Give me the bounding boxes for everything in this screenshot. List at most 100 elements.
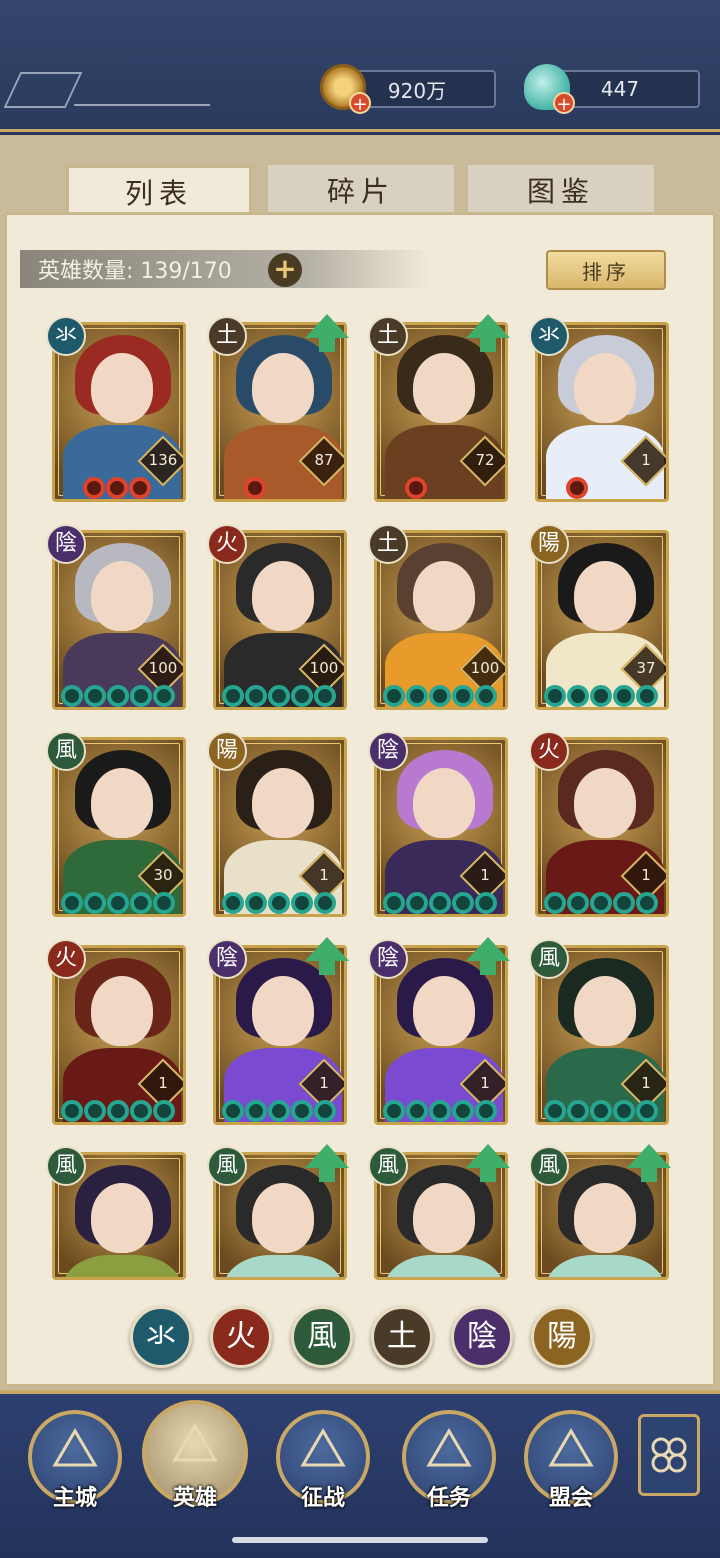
star-icon xyxy=(429,892,451,914)
star-row xyxy=(566,477,588,499)
star-icon xyxy=(130,892,152,914)
star-icon xyxy=(314,685,336,707)
hero-portrait-face xyxy=(252,976,314,1046)
add-jade-button[interactable]: + xyxy=(553,92,575,115)
star-row xyxy=(61,1100,175,1122)
star-icon xyxy=(566,477,588,499)
star-icon xyxy=(406,1100,428,1122)
star-icon xyxy=(129,477,151,499)
hero-level: 100 xyxy=(309,659,339,677)
star-icon xyxy=(636,685,658,707)
star-icon xyxy=(222,685,244,707)
star-row xyxy=(61,892,175,914)
star-icon xyxy=(61,685,83,707)
sort-button[interactable]: 排序 xyxy=(546,250,666,290)
element-badge-icon: 陰 xyxy=(368,731,408,771)
jade-value: 447 xyxy=(600,77,640,101)
nav-label: 任务 xyxy=(426,1486,471,1511)
tab-fragments[interactable]: 碎片 xyxy=(268,165,454,215)
hero-level: 72 xyxy=(475,451,495,469)
star-icon xyxy=(429,1100,451,1122)
expand-capacity-button[interactable]: + xyxy=(268,253,302,287)
element-badge-icon: 風 xyxy=(207,1146,247,1186)
upgrade-arrow-stem xyxy=(641,1168,657,1182)
nav-label: 主城 xyxy=(52,1486,97,1511)
star-icon xyxy=(130,685,152,707)
filter-earth-button[interactable]: 土 xyxy=(371,1306,433,1368)
tab-codex[interactable]: 图鉴 xyxy=(468,165,654,215)
tab-list[interactable]: 列表 xyxy=(66,165,252,215)
hero-level: 1 xyxy=(480,1074,490,1092)
top-bar: 920万 + 447 + xyxy=(0,0,720,132)
hero-portrait-face xyxy=(252,1183,314,1253)
star-icon xyxy=(452,892,474,914)
hero-portrait-face xyxy=(574,561,636,631)
hero-level: 37 xyxy=(636,659,656,677)
star-icon xyxy=(383,892,405,914)
hero-portrait-face xyxy=(252,561,314,631)
filter-yang-button[interactable]: 陽 xyxy=(531,1306,593,1368)
hero-count-bar: 英雄数量: 139/170 xyxy=(20,250,430,288)
hero-level: 1 xyxy=(641,1074,651,1092)
star-icon xyxy=(314,892,336,914)
star-icon xyxy=(268,1100,290,1122)
star-icon xyxy=(452,685,474,707)
element-badge-icon: 土 xyxy=(368,524,408,564)
upgrade-arrow-stem xyxy=(319,338,335,352)
element-badge-icon: 陰 xyxy=(368,939,408,979)
element-badge-icon: 氺 xyxy=(529,316,569,356)
hero-portrait-face xyxy=(574,1183,636,1253)
star-icon xyxy=(567,892,589,914)
element-badge-icon: 風 xyxy=(529,1146,569,1186)
star-icon xyxy=(291,1100,313,1122)
more-menu-button[interactable] xyxy=(638,1414,700,1496)
filter-water-button[interactable]: 氺 xyxy=(130,1306,192,1368)
star-row xyxy=(244,477,266,499)
filter-fire-button[interactable]: 火 xyxy=(210,1306,272,1368)
star-icon xyxy=(244,477,266,499)
star-icon xyxy=(153,685,175,707)
quest-icon xyxy=(426,1428,472,1467)
hero-portrait-face xyxy=(252,353,314,423)
star-icon xyxy=(567,685,589,707)
grid-menu-icon xyxy=(651,1437,687,1473)
battle-icon xyxy=(300,1428,346,1467)
star-icon xyxy=(314,1100,336,1122)
star-row xyxy=(222,685,336,707)
filter-wind-button[interactable]: 風 xyxy=(291,1306,353,1368)
element-badge-icon: 火 xyxy=(46,939,86,979)
hero-portrait-face xyxy=(91,353,153,423)
star-icon xyxy=(452,1100,474,1122)
upgrade-arrow-icon xyxy=(466,314,510,338)
guild-icon xyxy=(548,1428,594,1467)
star-row xyxy=(383,1100,497,1122)
hero-level: 100 xyxy=(470,659,500,677)
hero-level: 1 xyxy=(641,866,651,884)
star-icon xyxy=(61,892,83,914)
hero-icon xyxy=(172,1423,218,1462)
hero-portrait-face xyxy=(413,1183,475,1253)
upgrade-arrow-icon xyxy=(466,1144,510,1168)
star-icon xyxy=(245,892,267,914)
star-icon xyxy=(636,892,658,914)
star-row xyxy=(383,892,497,914)
star-row xyxy=(222,892,336,914)
star-icon xyxy=(83,477,105,499)
star-icon xyxy=(406,892,428,914)
hero-portrait-face xyxy=(574,976,636,1046)
star-row xyxy=(405,477,427,499)
add-coin-button[interactable]: + xyxy=(349,92,371,115)
upgrade-arrow-stem xyxy=(319,961,335,975)
star-icon xyxy=(544,892,566,914)
star-icon xyxy=(153,892,175,914)
element-badge-icon: 土 xyxy=(368,316,408,356)
filter-yin-button[interactable]: 陰 xyxy=(451,1306,513,1368)
hero-level: 1 xyxy=(158,1074,168,1092)
star-row xyxy=(61,685,175,707)
star-icon xyxy=(291,892,313,914)
element-badge-icon: 火 xyxy=(207,524,247,564)
upgrade-arrow-stem xyxy=(319,1168,335,1182)
element-badge-icon: 氺 xyxy=(46,316,86,356)
hero-portrait-face xyxy=(91,561,153,631)
star-icon xyxy=(245,1100,267,1122)
